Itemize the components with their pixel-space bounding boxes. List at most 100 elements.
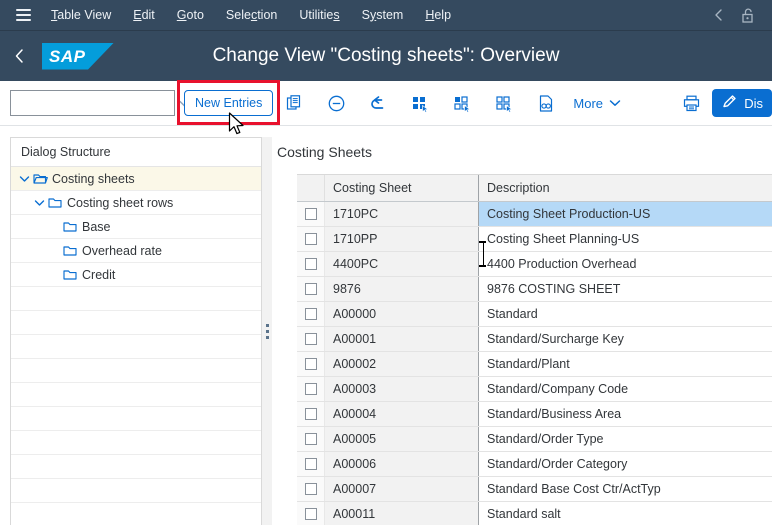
column-header-select[interactable] — [297, 175, 325, 201]
cell-description[interactable]: Standard/Order Type — [479, 427, 772, 451]
menu-item-table-view[interactable]: Table View — [40, 0, 122, 31]
row-select-checkbox-cell[interactable] — [297, 302, 325, 326]
cell-costing-sheet[interactable]: A00011 — [325, 502, 479, 525]
table-row[interactable]: A00002 Standard/Plant — [297, 352, 772, 377]
cell-description[interactable]: Standard/Business Area — [479, 402, 772, 426]
cell-costing-sheet[interactable]: A00004 — [325, 402, 479, 426]
row-select-checkbox[interactable] — [304, 233, 317, 245]
row-select-checkbox[interactable] — [304, 283, 317, 295]
hamburger-menu-icon[interactable] — [6, 0, 40, 31]
row-select-checkbox-cell[interactable] — [297, 452, 325, 476]
select-all-icon[interactable] — [399, 81, 441, 126]
row-select-checkbox[interactable] — [304, 358, 317, 370]
row-select-checkbox-cell[interactable] — [297, 352, 325, 376]
cell-costing-sheet[interactable]: 4400PC — [325, 252, 479, 276]
table-row[interactable]: A00001 Standard/Surcharge Key — [297, 327, 772, 352]
cell-costing-sheet[interactable]: A00002 — [325, 352, 479, 376]
more-menu-button[interactable]: More — [567, 81, 631, 126]
row-select-checkbox[interactable] — [304, 408, 317, 420]
row-select-checkbox[interactable] — [304, 383, 317, 395]
cell-description[interactable]: Standard salt — [479, 502, 772, 525]
row-select-checkbox-cell[interactable] — [297, 402, 325, 426]
tree-expand-chevron[interactable] — [32, 199, 46, 207]
row-select-checkbox-cell[interactable] — [297, 252, 325, 276]
copy-icon[interactable] — [273, 81, 315, 126]
row-select-checkbox-cell[interactable] — [297, 427, 325, 451]
sidebar-item-costing-sheet-rows[interactable]: Costing sheet rows — [11, 191, 261, 215]
table-row[interactable]: A00000 Standard — [297, 302, 772, 327]
cell-description[interactable]: Costing Sheet Planning-US — [479, 227, 772, 251]
sidebar-item-base[interactable]: Base — [11, 215, 261, 239]
cell-description[interactable]: Standard/Order Category — [479, 452, 772, 476]
row-select-checkbox-cell[interactable] — [297, 477, 325, 501]
row-select-checkbox-cell[interactable] — [297, 377, 325, 401]
view-selector-combobox[interactable] — [10, 90, 190, 116]
panel-resize-handle[interactable] — [262, 137, 272, 525]
menu-item-utilities[interactable]: Utilities — [288, 0, 350, 31]
sap-logo[interactable]: SAP — [42, 42, 114, 70]
sidebar-item-credit[interactable]: Credit — [11, 263, 261, 287]
sidebar-item-overhead-rate[interactable]: Overhead rate — [11, 239, 261, 263]
menu-item-system[interactable]: System — [351, 0, 415, 31]
cell-description[interactable]: Standard — [479, 302, 772, 326]
row-select-checkbox[interactable] — [304, 483, 317, 495]
row-select-checkbox-cell[interactable] — [297, 327, 325, 351]
cell-description[interactable]: Standard/Surcharge Key — [479, 327, 772, 351]
cell-costing-sheet[interactable]: A00003 — [325, 377, 479, 401]
table-row[interactable]: 1710PP Costing Sheet Planning-US — [297, 227, 772, 252]
tree-expand-chevron[interactable] — [17, 175, 31, 183]
display-change-button[interactable]: Dis — [712, 89, 772, 117]
back-chevron-icon[interactable] — [0, 31, 38, 81]
cell-costing-sheet[interactable]: A00007 — [325, 477, 479, 501]
new-entries-button[interactable]: New Entries — [184, 90, 274, 116]
table-row[interactable]: A00005 Standard/Order Type — [297, 427, 772, 452]
row-select-checkbox[interactable] — [304, 458, 317, 470]
cell-costing-sheet[interactable]: A00001 — [325, 327, 479, 351]
table-row[interactable]: A00011 Standard salt — [297, 502, 772, 525]
table-row[interactable]: 9876 9876 COSTING SHEET — [297, 277, 772, 302]
chevron-left-icon[interactable] — [704, 0, 732, 31]
row-select-checkbox[interactable] — [304, 208, 317, 220]
undo-icon[interactable] — [357, 81, 399, 126]
cell-description[interactable]: Standard/Plant — [479, 352, 772, 376]
row-select-checkbox[interactable] — [304, 258, 317, 270]
view-selector-input[interactable] — [11, 91, 178, 115]
cell-costing-sheet[interactable]: 9876 — [325, 277, 479, 301]
column-header-costing-sheet[interactable]: Costing Sheet — [325, 175, 479, 201]
cell-description[interactable]: Standard/Company Code — [479, 377, 772, 401]
cell-costing-sheet[interactable]: 1710PC — [325, 202, 479, 226]
column-header-description[interactable]: Description — [479, 175, 772, 201]
find-icon[interactable] — [525, 81, 567, 126]
menu-item-goto[interactable]: Goto — [166, 0, 215, 31]
row-select-checkbox[interactable] — [304, 433, 317, 445]
unlock-icon[interactable] — [734, 0, 762, 31]
cell-description[interactable]: 9876 COSTING SHEET — [479, 277, 772, 301]
row-select-checkbox[interactable] — [304, 333, 317, 345]
row-select-checkbox-cell[interactable] — [297, 502, 325, 525]
delete-minus-icon[interactable] — [315, 81, 357, 126]
cell-description[interactable]: Standard Base Cost Ctr/ActTyp — [479, 477, 772, 501]
deselect-all-icon[interactable] — [441, 81, 483, 126]
row-select-checkbox[interactable] — [304, 508, 317, 520]
print-icon[interactable] — [670, 81, 712, 126]
cell-costing-sheet[interactable]: A00006 — [325, 452, 479, 476]
sidebar-item-costing-sheets[interactable]: Costing sheets — [11, 167, 261, 191]
table-row[interactable]: A00006 Standard/Order Category — [297, 452, 772, 477]
cell-costing-sheet[interactable]: A00005 — [325, 427, 479, 451]
row-select-checkbox-cell[interactable] — [297, 277, 325, 301]
row-select-checkbox[interactable] — [304, 308, 317, 320]
cell-description[interactable]: Costing Sheet Production-US — [479, 202, 772, 226]
table-row[interactable]: 4400PC 4400 Production Overhead — [297, 252, 772, 277]
select-block-icon[interactable] — [483, 81, 525, 126]
menu-item-help[interactable]: Help — [414, 0, 462, 31]
cell-costing-sheet[interactable]: 1710PP — [325, 227, 479, 251]
table-row[interactable]: A00004 Standard/Business Area — [297, 402, 772, 427]
row-select-checkbox-cell[interactable] — [297, 202, 325, 226]
cell-costing-sheet[interactable]: A00000 — [325, 302, 479, 326]
cell-description[interactable]: 4400 Production Overhead — [479, 252, 772, 276]
table-row[interactable]: 1710PC Costing Sheet Production-US — [297, 202, 772, 227]
table-row[interactable]: A00007 Standard Base Cost Ctr/ActTyp — [297, 477, 772, 502]
menu-item-selection[interactable]: Selection — [215, 0, 288, 31]
menu-item-edit[interactable]: Edit — [122, 0, 166, 31]
row-select-checkbox-cell[interactable] — [297, 227, 325, 251]
